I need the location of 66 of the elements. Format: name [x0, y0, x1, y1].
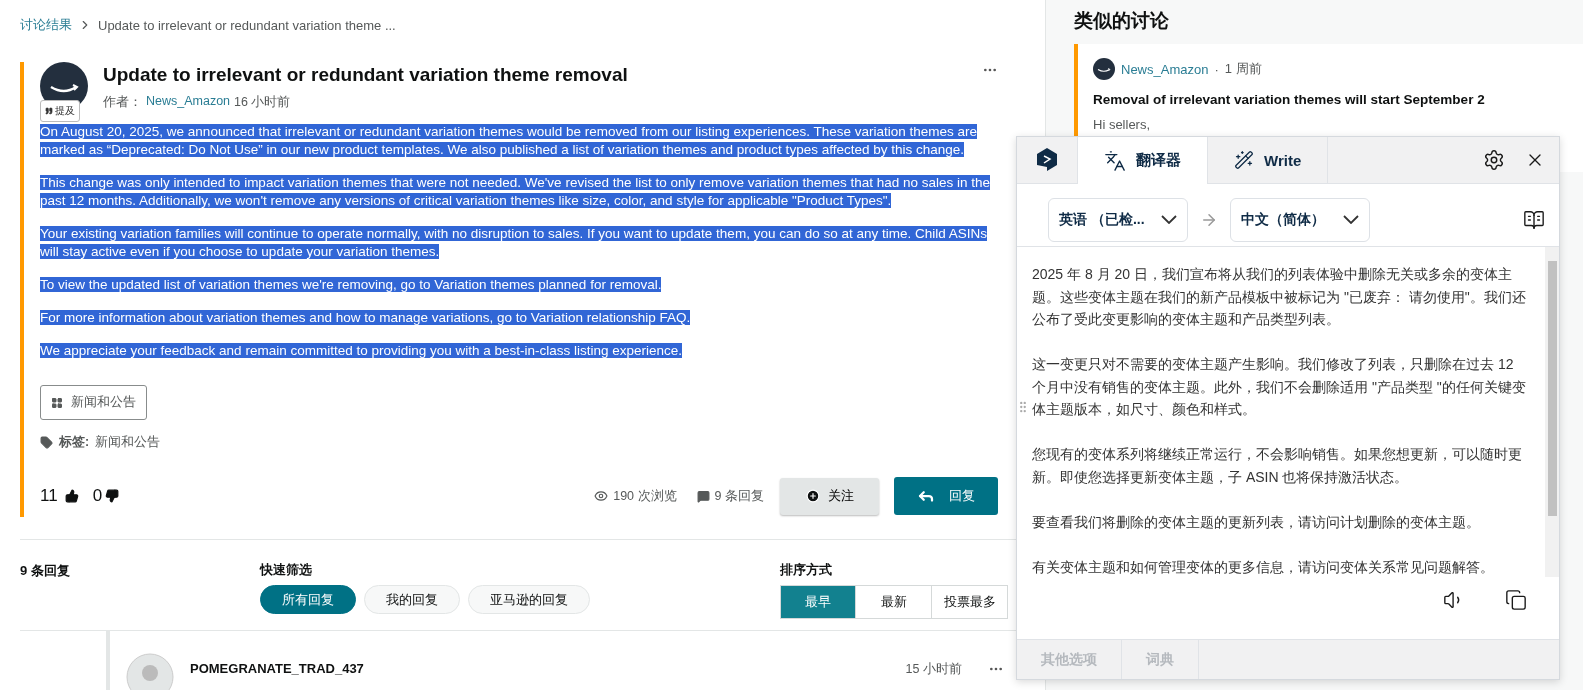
translated-paragraph: 2025 年 8 月 20 日，我们宣布将从我们的列表体验中删除无关或多余的变体主题。这些变体主题在我们的新产品模板中被标记为 "已废弃： 请勿使用"。我们还公布了受此变更影响的变体主题和产品类型列表。 [1032, 265, 1527, 329]
plus-icon [805, 489, 820, 503]
post-title: Update to irrelevant or redundant variation theme removal [103, 64, 628, 86]
grid-icon [51, 396, 63, 409]
settings-icon[interactable] [1483, 149, 1505, 171]
tags-label: 标签: [59, 434, 90, 451]
mention-button[interactable]: 提及 [40, 100, 80, 122]
tag-text: 新闻和公告 [95, 434, 161, 451]
reply-button[interactable]: 回复 [894, 477, 998, 515]
replies-count: 9 条回复 [714, 487, 764, 505]
separator: · [1214, 61, 1219, 77]
breadcrumb-link[interactable]: 讨论结果 [20, 16, 72, 34]
body-paragraph: On August 20, 2025, we announced that irrelevant or redundant variation themes would be removed from our listing experiences. These variation themes are marked as “Deprecated: Do Not Use” in our new product templates. We also published a list of variation themes and product types affected by this change. [40, 123, 979, 159]
views-count: 190 次浏览 [613, 487, 677, 505]
body-paragraph: Your existing variation families will continue to operate normally, with no disruption to sales. If you want to update them, you can do so at any time. Child ASINs will stay active even if you choose to update your variation themes. [40, 225, 988, 261]
translated-paragraph: 您现有的变体系列将继续正常运行，不会影响销售。如果您想更新，可以随时更新。即使您选择更新变体主题，子 ASIN 也将保持激活状态。 [1032, 445, 1523, 487]
thumbs-up-icon [64, 489, 79, 503]
sort-option[interactable]: 投票最多 [932, 585, 1008, 619]
source-language-select[interactable]: 英语 （已检... [1048, 197, 1188, 242]
avatar-icon [1093, 58, 1115, 80]
dislike-button[interactable]: 0 [92, 486, 120, 506]
tag-icon [40, 436, 53, 449]
breadcrumb-current: Update to irrelevant or redundant variation theme ... [98, 17, 396, 33]
section-title: 类似的讨论 [1074, 9, 1170, 33]
body-paragraph: To view the updated list of variation themes we're removing, go to Variation themes planned for removal. [40, 276, 663, 294]
reply-count: 9 条回复 [20, 562, 71, 580]
translated-paragraph: 有关变体主题和如何管理变体的更多信息，请访问变体关系常见问题解答。 [1032, 557, 1495, 577]
target-language-select[interactable]: 中文（简体） [1230, 197, 1370, 242]
comment-icon [696, 489, 710, 503]
glossary-icon[interactable] [1523, 208, 1545, 231]
category-button[interactable]: 新闻和公告 [40, 385, 147, 420]
reply-time: 15 小时前 [905, 661, 962, 678]
translate-icon [1104, 149, 1126, 172]
quote-icon [45, 107, 53, 115]
thumbs-down-icon [105, 489, 120, 503]
magic-wand-icon [1234, 150, 1254, 170]
author-label: 作者： [103, 94, 142, 111]
like-button[interactable]: 11 [40, 486, 79, 506]
filter-label: 快速筛选 [260, 562, 313, 579]
avatar-icon [126, 653, 174, 690]
logo-icon [1036, 147, 1058, 173]
filter-chip[interactable]: 我的回复 [364, 585, 460, 614]
body-paragraph: For more information about variation themes and how to manage variations, go to Variation relationship FAQ. [40, 309, 692, 327]
discussion-excerpt: Hi sellers, [1093, 117, 1152, 132]
copy-icon[interactable] [1505, 589, 1527, 611]
body-paragraph: We appreciate your feedback and remain committed to providing you with a best-in-class listing experience. [40, 342, 684, 360]
body-paragraph: This change was only intended to impact variation themes that were not needed. We've revised the list to only remove variation themes that had no sales in the past 12 months. Additionally, we won't remove any versions of critical variation themes like size, color, and style for applicable "Product Types". [40, 174, 992, 210]
sort-option[interactable]: 最新 [856, 585, 932, 619]
post-time: 16 小时前 [234, 94, 291, 111]
translated-paragraph: 这一变更只对不需要的变体主题产生影响。我们修改了列表，只删除在过去 12 个月中没有销售的变体主题。此外，我们不会删除适用 "产品类型 "的任何关键变体主题版本，如尺寸、颜色和样式。 [1032, 355, 1527, 419]
author-link[interactable]: News_Amazon [1121, 61, 1209, 77]
sort-option[interactable]: 最早 [780, 585, 856, 619]
chevron-down-icon [1343, 215, 1359, 224]
filter-chip[interactable]: 所有回复 [260, 585, 356, 614]
eye-icon [594, 489, 609, 503]
author-link[interactable]: News_Amazon [146, 94, 231, 111]
filter-chip[interactable]: 亚马逊的回复 [468, 585, 590, 614]
translator-tab[interactable]: 翻译器 [1078, 137, 1208, 184]
translated-paragraph: 要查看我们将删除的变体主题的更新列表，请访问计划删除的变体主题。 [1032, 512, 1481, 532]
reply-author: POMEGRANATE_TRAD_437 [190, 661, 364, 676]
chevron-down-icon [1161, 215, 1177, 224]
sort-label: 排序方式 [780, 562, 833, 579]
follow-button[interactable]: 关注 [780, 477, 879, 515]
discussion-title[interactable]: Removal of irrelevant variation themes will start September 2 [1093, 92, 1569, 107]
post-time: 1 周前 [1224, 60, 1262, 78]
translator-tab[interactable]: Write [1208, 137, 1329, 183]
